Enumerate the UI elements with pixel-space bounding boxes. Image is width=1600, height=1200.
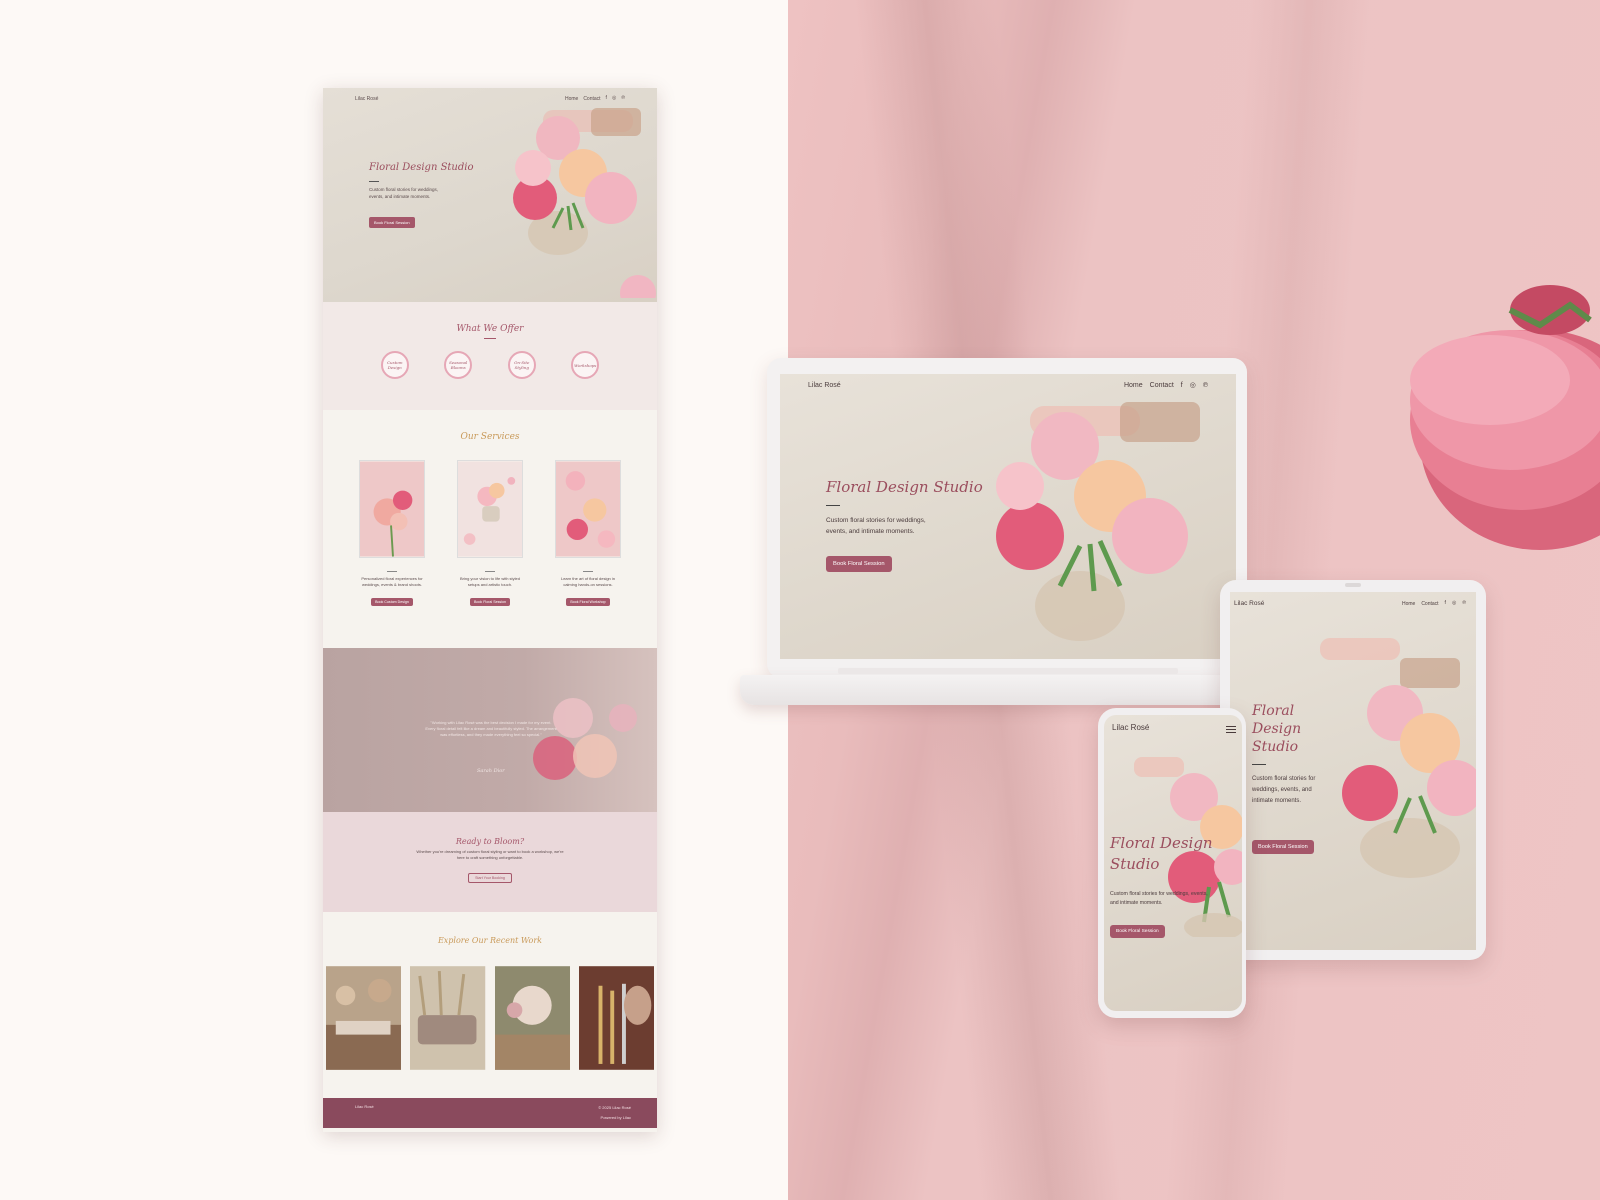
offer-item[interactable]: Custom Design [380, 351, 409, 379]
services-title: Our Services [460, 432, 520, 442]
book-floral-workshop-button[interactable]: Book Floral Workshop [566, 598, 610, 606]
top-nav: Lilac Rosé Home Contact f ◎ ℗ [808, 382, 1208, 389]
logo[interactable]: Lilac Rosé [1112, 723, 1149, 733]
hero-flowers-image [513, 108, 656, 298]
cta-section: Ready to Bloom? Whether you're dreaming … [323, 812, 657, 912]
hero-title: Floral Design Studio [369, 162, 474, 173]
hero-section: Lilac Rosé Home Contact f ◎ ℗ Floral Des… [323, 88, 657, 302]
hero-subtitle: Custom floral stories for weddings, even… [1110, 891, 1208, 906]
gallery-image[interactable] [494, 965, 570, 1071]
footer-credit: Powered by Lilac [600, 1115, 631, 1120]
facebook-icon[interactable]: f [1181, 382, 1183, 389]
hero-title: Floral Design Studio [1110, 834, 1213, 873]
divider [826, 505, 840, 506]
hero-title: Floral Design Studio [1252, 703, 1302, 755]
cta-text: Whether you're dreaming of custom floral… [416, 849, 564, 860]
service-image [457, 460, 523, 558]
peony-flower-image [1410, 285, 1600, 550]
hamburger-menu-icon[interactable] [1226, 726, 1236, 733]
offer-item[interactable]: Workshops [571, 351, 600, 379]
hero-subtitle: Custom floral stories for weddings, even… [369, 187, 439, 199]
hero-flowers-image [1320, 638, 1476, 878]
nav-home[interactable]: Home [1402, 601, 1415, 607]
divider [485, 571, 495, 572]
phone-screen: Lilac Rosé Floral Design Studio Custom f… [1104, 715, 1242, 1011]
footer: Lilac Rosé © 2025 Lilac Rosé Powered by … [323, 1098, 657, 1128]
pinterest-icon[interactable]: ℗ [1203, 382, 1208, 389]
pinterest-icon[interactable]: ℗ [1462, 601, 1466, 606]
service-text: Learn the art of floral design in calmin… [560, 576, 616, 587]
divider [583, 571, 593, 572]
laptop-base [740, 675, 1288, 705]
testimonial-section: "Working with Lilac Rosé was the best de… [323, 648, 657, 812]
testimonial-quote: "Working with Lilac Rosé was the best de… [425, 720, 557, 737]
hero-subtitle: Custom floral stories for weddings, even… [1252, 776, 1316, 804]
gallery-image[interactable] [578, 965, 654, 1071]
cta-title: Ready to Bloom? [455, 837, 525, 846]
service-image [555, 460, 621, 558]
nav-contact[interactable]: Contact [1150, 382, 1174, 389]
logo[interactable]: Lilac Rosé [1234, 600, 1264, 607]
work-title: Explore Our Recent Work [437, 936, 543, 945]
logo[interactable]: Lilac Rosé [808, 382, 841, 389]
hero-flowers-image [996, 402, 1200, 641]
service-card: Bring your vision to life with styled se… [457, 460, 523, 608]
laptop-keyboard [838, 668, 1178, 674]
offer-item[interactable]: On-Site Styling [507, 351, 536, 379]
hero-subtitle: Custom floral stories for weddings, even… [826, 517, 926, 535]
tablet-camera [1345, 583, 1361, 587]
footer-brand: Lilac Rosé [355, 1104, 374, 1109]
service-text: Bring your vision to life with styled se… [459, 576, 521, 587]
hero-title: Floral Design Studio [826, 478, 983, 496]
tablet-screen: Lilac Rosé Home Contact f ◎ ℗ Floral Des… [1230, 592, 1476, 950]
book-floral-session-button[interactable]: Book Floral Session [1110, 925, 1165, 938]
divider [369, 181, 379, 182]
facebook-icon[interactable]: f [1445, 601, 1446, 606]
book-floral-session-button[interactable]: Book Floral Session [826, 556, 892, 572]
nav-home[interactable]: Home [1124, 382, 1143, 389]
service-text: Personalized floral experiences for wedd… [361, 576, 423, 587]
top-nav: Lilac Rosé [1112, 723, 1236, 733]
logo[interactable]: Lilac Rosé [355, 96, 378, 102]
book-custom-design-button[interactable]: Book Custom Design [371, 598, 413, 606]
divider [484, 338, 496, 339]
testimonial-author: Sarah Dior [477, 768, 505, 774]
gallery-image[interactable] [326, 965, 402, 1071]
divider [387, 571, 397, 572]
offer-item[interactable]: Seasonal Blooms [444, 351, 473, 379]
top-nav: Lilac Rosé Home Contact f ◎ ℗ [1234, 600, 1466, 607]
laptop-screen: Lilac Rosé Home Contact f ◎ ℗ Floral Des… [780, 374, 1236, 659]
gallery-image[interactable] [410, 965, 486, 1071]
instagram-icon[interactable]: ◎ [1190, 382, 1196, 389]
services-section: Our Services Personalized floral experie… [323, 410, 657, 648]
book-floral-session-button[interactable]: Book Floral Session [1252, 840, 1314, 854]
book-floral-session-button[interactable]: Book Floral Session [369, 217, 415, 228]
copyright: © 2025 Lilac Rosé [598, 1105, 631, 1110]
start-booking-button[interactable]: Start Your Booking [468, 873, 512, 883]
instagram-icon[interactable]: ◎ [1452, 601, 1456, 606]
long-page-mockup: Lilac Rosé Home Contact f ◎ ℗ Floral Des… [323, 88, 657, 1132]
service-card: Personalized floral experiences for wedd… [359, 460, 425, 608]
divider [1252, 764, 1266, 765]
service-image [359, 460, 425, 558]
book-floral-session-button[interactable]: Book Floral Session [470, 598, 510, 606]
nav-contact[interactable]: Contact [1421, 601, 1438, 607]
testimonial-flowers-image [533, 698, 637, 780]
service-card: Learn the art of floral design in calmin… [555, 460, 621, 608]
recent-work-section: Explore Our Recent Work [323, 912, 657, 1098]
offer-title: What We Offer [456, 324, 524, 334]
offer-section: What We Offer Custom Design Seasonal Blo… [323, 302, 657, 410]
